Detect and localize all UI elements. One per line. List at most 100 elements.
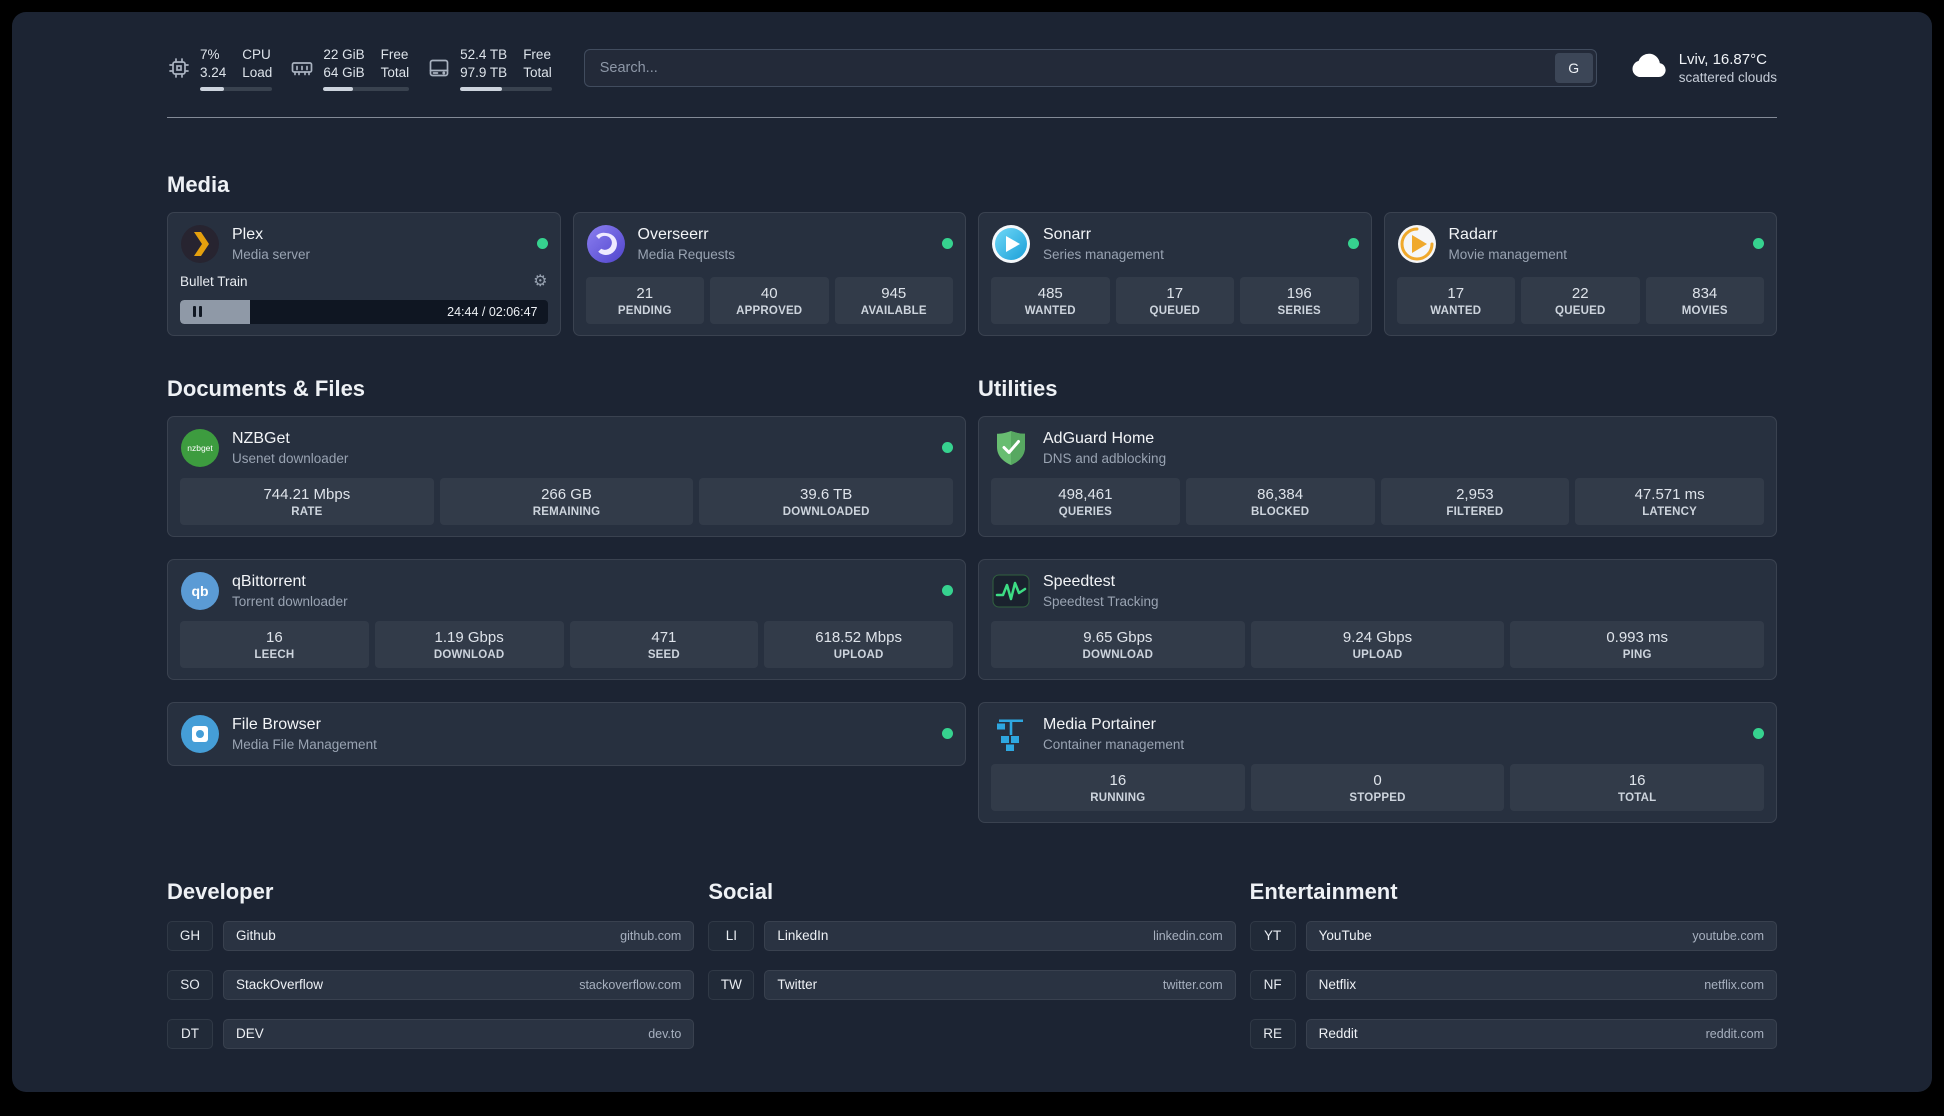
stat-value: 266 GB [541,485,592,503]
pause-button[interactable] [180,300,214,324]
stat-movies: 834 MOVIES [1645,276,1764,324]
disk-progress-bar [460,86,552,91]
memory-total-value: 64 GiB [323,64,365,80]
service-name: Radarr [1448,225,1498,243]
service-description: DNS and adblocking [1043,450,1167,466]
service-card-portainer[interactable]: Media Portainer Container management 16 … [978,701,1777,823]
stat-running: 16 RUNNING [991,763,1245,811]
service-card-adguard[interactable]: AdGuard Home DNS and adblocking 498,461 … [978,415,1777,537]
status-dot [942,728,953,740]
stat-latency: 47.571 ms LATENCY [1575,477,1764,525]
bookmark-group-title: Entertainment [1249,878,1398,904]
bookmark-reddit[interactable]: RE Reddit reddit.com [1249,1018,1777,1049]
stat-blocked: 86,384 BLOCKED [1185,477,1375,525]
stat-label: REMAINING [532,505,601,518]
stat-label: DOWNLOAD [1082,648,1154,661]
stat-label: WANTED [1024,304,1076,317]
service-name: File Browser [232,715,321,733]
search-input[interactable] [587,60,1555,77]
stat-value: 16 [1109,771,1127,789]
playback-time: 24:44 / 02:06:47 [447,304,538,319]
bookmark-twitter[interactable]: TW Twitter twitter.com [708,969,1236,1000]
memory-icon [290,56,314,80]
status-dot [942,442,953,454]
adguard-icon [991,428,1031,468]
bookmark-url: dev.to [648,1026,682,1041]
bookmark-netflix[interactable]: NF Netflix netflix.com [1249,969,1777,1000]
bookmark-linkedin[interactable]: LI LinkedIn linkedin.com [708,920,1236,951]
stat-label: QUEUED [1555,304,1606,317]
stat-label: RATE [291,505,323,518]
service-card-filebrowser[interactable]: File Browser Media File Management [167,701,966,766]
gear-icon[interactable]: ⚙ [533,273,547,290]
service-description: Media File Management [232,736,377,752]
playback-progress-bar[interactable]: 24:44 / 02:06:47 [180,299,548,324]
stat-value: 9.65 Gbps [1083,628,1153,646]
stat-remaining: 266 GB REMAINING [439,477,694,525]
service-card-plex[interactable]: Plex Media server Bullet Train ⚙ 24:44 /… [167,211,561,336]
qbittorrent-icon: qb [180,571,220,611]
bookmark-youtube[interactable]: YT YouTube youtube.com [1249,920,1777,951]
stat-queued: 22 QUEUED [1521,276,1640,324]
stat-value: 47.571 ms [1634,485,1705,503]
bookmark-url: stackoverflow.com [579,977,682,992]
disk-total-label: Total [523,64,552,80]
resource-widgets: 7% 3.24 CPU Load 22 GiB 64 GiB Free Tota… [167,46,552,91]
memory-progress-bar [323,86,410,91]
nzbget-icon: nzbget [180,428,220,468]
disk-progress-fill [460,86,503,91]
service-card-overseerr[interactable]: Overseerr Media Requests 21 PENDING 40 A… [572,211,966,336]
service-name: Plex [232,225,264,243]
svg-text:qb: qb [191,583,208,599]
memory-total-label: Total [380,64,410,80]
bookmark-stackoverflow[interactable]: SO StackOverflow stackoverflow.com [167,969,695,1000]
service-description: Container management [1043,736,1185,752]
status-dot [1753,728,1764,740]
bookmark-dev[interactable]: DT DEV dev.to [167,1018,695,1049]
stat-label: RUNNING [1090,791,1146,804]
cpu-load-label: Load [242,64,273,80]
stat-leech: 16 LEECH [180,620,369,668]
search-provider-button[interactable]: G [1554,53,1593,84]
stat-value: 16 [266,628,283,646]
bookmark-group-title: Social [708,878,774,904]
bookmark-url: netflix.com [1704,977,1764,992]
memory-free-label: Free [380,47,409,62]
status-dot [942,238,953,250]
bookmark-url: youtube.com [1692,928,1764,943]
media-grid: Plex Media server Bullet Train ⚙ 24:44 /… [167,211,1777,336]
service-description: Media server [232,246,311,262]
service-card-qbittorrent[interactable]: qb qBittorrent Torrent downloader 16 LEE… [167,558,966,680]
plex-icon [180,224,220,264]
service-card-radarr[interactable]: Radarr Movie management 17 WANTED 22 QUE… [1383,211,1777,336]
stat-value: 945 [881,284,907,302]
section-title-utilities: Utilities [978,375,1058,401]
bookmark-abbr: YT [1249,920,1296,951]
service-card-sonarr[interactable]: Sonarr Series management 485 WANTED 17 Q… [978,211,1372,336]
topbar: 7% 3.24 CPU Load 22 GiB 64 GiB Free Tota… [167,12,1777,91]
stat-value: 17 [1447,284,1465,302]
stat-label: SEED [647,648,680,661]
bookmark-name: LinkedIn [777,928,829,944]
section-documents: Documents & Files nzbget NZBGet Usenet d… [167,376,966,766]
bookmark-name: Twitter [777,977,818,993]
bookmark-url: linkedin.com [1153,928,1223,943]
bookmark-name: Netflix [1318,977,1357,993]
stat-label: DOWNLOADED [782,505,870,518]
stat-value: 0.993 ms [1606,628,1669,646]
stat-value: 17 [1166,284,1184,302]
service-card-speedtest[interactable]: Speedtest Speedtest Tracking 9.65 Gbps D… [978,558,1777,680]
bookmark-url: github.com [620,928,682,943]
stat-queued: 17 QUEUED [1115,276,1234,324]
bookmark-group-title: Developer [167,878,274,904]
stat-filtered: 2,953 FILTERED [1380,477,1570,525]
stat-rate: 744.21 Mbps RATE [180,477,434,525]
stat-upload: 618.52 Mbps UPLOAD [764,620,953,668]
bookmark-github[interactable]: GH Github github.com [167,920,695,951]
portainer-icon [991,714,1031,754]
service-description: Torrent downloader [232,593,348,609]
service-card-nzbget[interactable]: nzbget NZBGet Usenet downloader 744.21 M… [167,415,966,537]
stat-value: 744.21 Mbps [263,485,351,503]
stat-value: 618.52 Mbps [815,628,902,646]
service-name: Sonarr [1043,225,1092,243]
